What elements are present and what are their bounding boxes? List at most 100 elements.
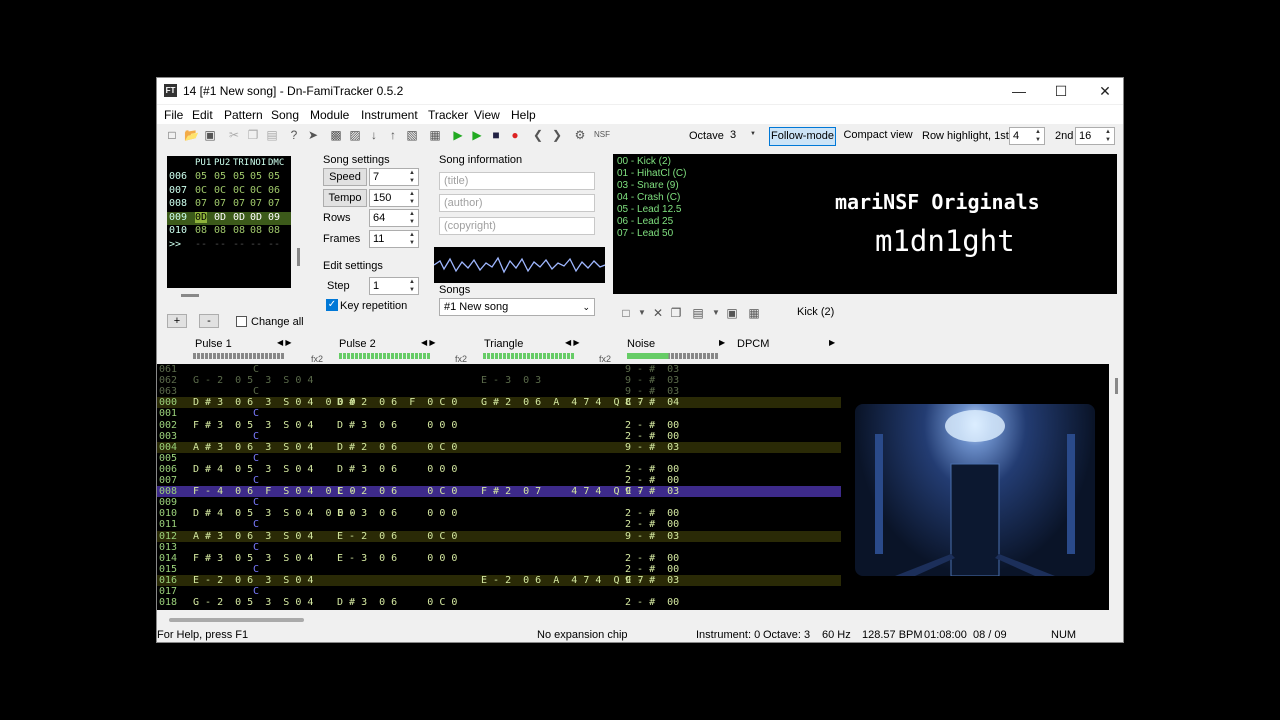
frame-cell[interactable]: -- [214, 239, 226, 250]
nsf-icon[interactable]: NSF [593, 128, 611, 142]
frame-cell[interactable]: 08 [195, 225, 207, 236]
previous-song-icon[interactable]: ❮ [531, 128, 545, 142]
frame-cell[interactable]: 05 [268, 171, 280, 182]
spin-arrows-icon[interactable]: ▲ ▼ [406, 169, 418, 185]
instrument-item[interactable]: 07 - Lead 50 [617, 228, 673, 239]
save-icon[interactable]: ▣ [203, 128, 217, 142]
instrument-item[interactable]: 03 - Snare (9) [617, 180, 679, 191]
play-icon[interactable]: ▶ [451, 128, 465, 142]
channel-pulse1[interactable]: Pulse 1 [195, 338, 232, 350]
context-help-icon[interactable]: ➤ [306, 128, 320, 142]
pattern-row[interactable]: 009 C [157, 497, 841, 508]
song-author-input[interactable]: (author) [439, 194, 595, 212]
step-input[interactable]: 1 ▲ ▼ [369, 277, 419, 295]
channel-pulse2[interactable]: Pulse 2 [339, 338, 376, 350]
frame-cell[interactable]: -- [233, 239, 245, 250]
save-instrument-icon[interactable]: ▣ [725, 306, 739, 320]
record-icon[interactable]: ● [508, 128, 522, 142]
song-title-input[interactable]: (title) [439, 172, 595, 190]
frame-cell[interactable]: 0C [250, 185, 262, 196]
noise-cell[interactable]: 9 - # 03 [625, 486, 679, 497]
frame-cell[interactable]: 0C [233, 185, 245, 196]
new-file-icon[interactable]: □ [165, 128, 179, 142]
cursor-marker[interactable]: C [253, 364, 259, 375]
pulse2-cell[interactable]: D # 3 0 6 0 C 0 [337, 597, 457, 608]
cursor-marker[interactable]: C [253, 431, 259, 442]
pulse1-arrows-icon[interactable]: ◀ ▶ [277, 338, 292, 347]
frame-cell[interactable]: 07 [250, 198, 262, 209]
pulse2-cell[interactable]: E - 3 0 6 0 0 0 [337, 508, 457, 519]
noise-cell[interactable]: 2 - # 00 [625, 597, 679, 608]
cursor-marker[interactable]: C [253, 408, 259, 419]
noise-cell[interactable]: 2 - # 00 [625, 475, 679, 486]
cursor-marker[interactable]: C [253, 519, 259, 530]
channel-noise[interactable]: Noise [627, 338, 655, 350]
pattern-row[interactable]: 013 C [157, 542, 841, 553]
frame-cell[interactable]: 0C [214, 185, 226, 196]
noise-cell[interactable]: 8 - # 04 [625, 397, 679, 408]
remove-frame-icon[interactable]: ▨ [348, 128, 362, 142]
pattern-row[interactable]: 005 C [157, 453, 841, 464]
frame-cell[interactable]: 08 [233, 225, 245, 236]
frame-cell[interactable]: 07 [233, 198, 245, 209]
pattern-row[interactable]: 018 G - 2 0 5 3 S 0 4 D # 3 0 6 0 C 0 2 - #… [157, 597, 841, 608]
pattern-row[interactable]: 006 D # 4 0 5 3 S 0 4 D # 3 0 6 0 0 0 2 - #… [157, 464, 841, 475]
pulse2-cell[interactable]: D # 3 0 6 0 0 0 [337, 464, 457, 475]
pulse2-cell[interactable]: E - 2 0 6 0 C 0 [337, 486, 457, 497]
pattern-row[interactable]: 017 C [157, 586, 841, 597]
song-copyright-input[interactable]: (copyright) [439, 217, 595, 235]
frames-input[interactable]: 11 ▲ ▼ [369, 230, 419, 248]
channel-dpcm[interactable]: DPCM [737, 338, 769, 350]
cursor-marker[interactable]: C [253, 453, 259, 464]
frame-cell[interactable]: 0D [195, 211, 208, 223]
duplicate-frame-icon[interactable]: ▧ [405, 128, 419, 142]
noise-cell[interactable]: 9 - # 03 [625, 364, 679, 375]
frame-row[interactable]: 006 05 05 05 05 05 [167, 171, 291, 184]
chevron-down-icon[interactable]: ▼ [635, 306, 649, 320]
triangle-arrows-icon[interactable]: ◀ ▶ [565, 338, 580, 347]
row-highlight-2nd-input[interactable]: 16 ▲ ▼ [1075, 127, 1115, 145]
pulse2-cell[interactable]: D # 3 0 6 0 0 0 [337, 420, 457, 431]
noise-cell[interactable]: 9 - # 03 [625, 531, 679, 542]
pattern-row[interactable]: 003 C 2 - # 00 [157, 431, 841, 442]
pattern-row[interactable]: 063 C 9 - # 03 [157, 386, 841, 397]
spin-arrows-icon[interactable]: ▲ ▼ [1032, 128, 1044, 144]
frame-cell[interactable]: 0D [250, 212, 262, 223]
instrument-item[interactable]: 06 - Lead 25 [617, 216, 673, 227]
open-folder-icon[interactable]: 📂 [184, 128, 199, 142]
cursor-marker[interactable]: C [253, 497, 259, 508]
pulse1-cell[interactable]: F # 3 0 5 3 S 0 4 [193, 420, 313, 431]
frame-row[interactable]: 009 0D 0D 0D 0D 09 [167, 211, 291, 225]
triangle-cell[interactable]: E - 2 0 6 A 4 7 4 Q C 7 [481, 575, 644, 586]
instrument-item[interactable]: 04 - Crash (C) [617, 192, 680, 203]
noise-cell[interactable]: 2 - # 00 [625, 564, 679, 575]
change-all-checkbox[interactable] [236, 316, 247, 327]
frame-cell[interactable]: 0C [195, 185, 207, 196]
pulse1-cell[interactable]: F # 3 0 5 3 S 0 4 [193, 553, 313, 564]
spin-arrows-icon[interactable]: ▲ ▼ [406, 278, 418, 294]
noise-cell[interactable]: 9 - # 03 [625, 442, 679, 453]
pattern-scrollbar-v[interactable] [1115, 378, 1118, 394]
next-song-icon[interactable]: ❯ [550, 128, 564, 142]
cursor-marker[interactable]: C [253, 386, 259, 397]
frame-list[interactable]: PU1 PU2 TRI NOI DMC 006 05 05 05 05 05 007 0C 0C… [167, 156, 291, 288]
compact-view-button[interactable]: Compact view [843, 127, 913, 146]
instrument-list[interactable]: 00 - Kick (2) 01 - HihatCl (C) 03 - Snar… [613, 154, 1117, 294]
frame-cell[interactable]: 05 [233, 171, 245, 182]
pattern-row[interactable]: 061 C 9 - # 03 [157, 364, 841, 375]
spin-arrows-icon[interactable]: ▲ ▼ [1102, 128, 1114, 144]
triangle-cell[interactable]: F # 2 0 7 4 7 4 Q C 7 [481, 486, 644, 497]
instrument-item[interactable]: 00 - Kick (2) [617, 156, 671, 167]
copy-icon[interactable]: ❐ [246, 128, 260, 142]
frame-cell[interactable]: 06 [268, 185, 280, 196]
menu-song[interactable]: Song [271, 108, 299, 122]
menu-tracker[interactable]: Tracker [428, 108, 468, 122]
edit-instrument-icon[interactable]: ▦ [747, 306, 761, 320]
pattern-row[interactable]: 004 A # 3 0 6 3 S 0 4 D # 2 0 6 0 C 0 9 - #… [157, 441, 841, 453]
frame-cell[interactable]: -- [250, 239, 262, 250]
row-highlight-1st-input[interactable]: 4 ▲ ▼ [1009, 127, 1045, 145]
cursor-marker[interactable]: C [253, 564, 259, 575]
pattern-row[interactable]: 002 F # 3 0 5 3 S 0 4 D # 3 0 6 0 0 0 2 - #… [157, 420, 841, 431]
module-properties-icon[interactable]: ▦ [428, 128, 442, 142]
menu-pattern[interactable]: Pattern [224, 108, 263, 122]
